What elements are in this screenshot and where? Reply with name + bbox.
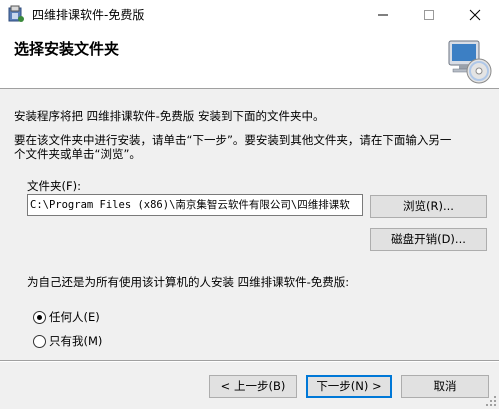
install-for-label: 为自己还是为所有使用该计算机的人安装 四维排课软件-免费版: [27,275,350,289]
instructions-line-2: 个文件夹或单击“浏览”。 [14,147,141,161]
folder-label: 文件夹(F): [27,179,81,193]
radio-everyone-label: 任何人(E) [49,310,100,324]
cancel-button[interactable]: 取消 [401,375,489,398]
page-title: 选择安装文件夹 [14,40,120,58]
radio-selected-dot [37,315,42,320]
close-icon [469,9,481,21]
maximize-button[interactable] [406,0,452,29]
browse-button[interactable]: 浏览(R)... [370,195,487,218]
close-button[interactable] [452,0,498,29]
wizard-header: 选择安装文件夹 [0,29,499,89]
back-button[interactable]: < 上一步(B) [209,375,297,398]
minimize-icon [378,14,388,16]
window-title: 四维排课软件-免费版 [32,8,145,22]
computer-disc-icon [448,40,492,84]
minimize-button[interactable] [360,0,406,29]
intro-text: 安装程序将把 四维排课软件-免费版 安装到下面的文件夹中。 [14,109,325,123]
title-bar: 四维排课软件-免费版 [0,0,499,29]
footer-divider-highlight [0,361,499,362]
radio-just-me-label: 只有我(M) [49,334,103,348]
resize-grip-icon[interactable] [485,395,497,407]
app-setup-icon [8,5,24,22]
radio-button[interactable] [33,335,46,348]
maximize-icon [424,10,434,20]
next-button[interactable]: 下一步(N) > [306,375,392,398]
radio-button[interactable] [33,311,46,324]
folder-path-input[interactable]: C:\Program Files (x86)\南京集智云软件有限公司\四维排课软 [27,194,363,216]
disk-cost-button[interactable]: 磁盘开销(D)... [370,228,487,251]
